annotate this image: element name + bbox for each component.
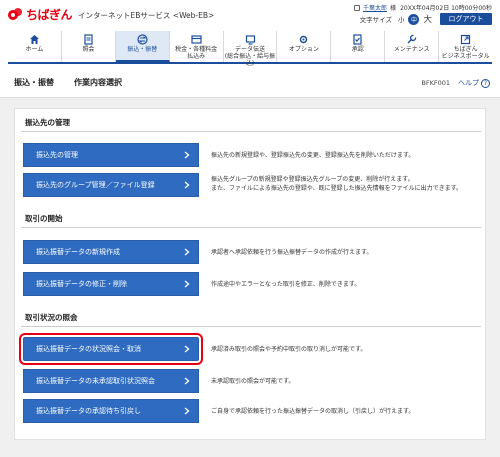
- font-size-small-button[interactable]: 小: [398, 14, 405, 24]
- button-label: 振込先の管理: [36, 151, 78, 159]
- font-size-label: 文字サイズ: [359, 16, 392, 24]
- screen-id: BFKF001: [421, 79, 450, 87]
- nav-label: ちばぎん ビジネスポータル: [441, 46, 490, 60]
- button-label: 振込先のグループ管理／ファイル登録: [36, 181, 155, 189]
- nav-item-home[interactable]: ホーム: [8, 31, 62, 62]
- font-size-large-button[interactable]: 大: [423, 13, 432, 25]
- pending-approval-withdraw-button[interactable]: 振込振替データの承認待ち引戻し: [23, 399, 199, 423]
- nav-item-business-portal[interactable]: ちばぎん ビジネスポータル: [439, 31, 492, 62]
- nav-label: データ伝送 (総合振込・給与振込): [224, 46, 276, 67]
- service-name: インターネットEBサービス <Web-EB>: [78, 11, 215, 20]
- pending-approval-withdraw-desc: ご自身で承認依頼を行った振込振替データの取消し（引戻し）が行えます。: [211, 408, 415, 415]
- nav-label: 振込・振替: [127, 46, 158, 53]
- maintenance-icon: [406, 34, 417, 45]
- inquiry-icon: [83, 34, 94, 45]
- header: ちばぎん インターネットEBサービス <Web-EB> 千葉太郎 様 20XX年…: [0, 0, 500, 30]
- unapproved-transaction-inquiry-desc: 未承認取引の照会が可能です。: [211, 378, 295, 385]
- section-divider: [21, 227, 481, 228]
- help-link[interactable]: ヘルプ ?: [458, 78, 490, 88]
- font-size-medium-button[interactable]: 中: [408, 13, 420, 25]
- help-icon: ?: [481, 78, 490, 88]
- button-label: 振込振替データの新規作成: [36, 248, 120, 256]
- option-icon: [298, 34, 309, 45]
- new-transfer-data-button[interactable]: 振込振替データの新規作成: [23, 240, 199, 264]
- logo-text: ちばぎん: [26, 8, 73, 22]
- nav-item-approval[interactable]: 承認: [331, 31, 386, 62]
- last-login-time: 20XX年04月02日 10時00分00秒: [400, 5, 492, 12]
- page-title-bar: 振込・振替 作業内容選択 BFKF001 ヘルプ ?: [0, 68, 500, 98]
- nav-item-tax-payment[interactable]: 税金・各種料金 払込み: [170, 31, 224, 62]
- home-icon: [29, 34, 40, 45]
- chevron-right-icon: [182, 247, 192, 257]
- unapproved-transaction-inquiry-button[interactable]: 振込振替データの未承認取引状況照会: [23, 369, 199, 393]
- page-title: 振込・振替: [14, 78, 54, 87]
- portal-icon: [460, 34, 471, 45]
- user-name[interactable]: 千葉太郎: [363, 3, 387, 12]
- nav-label: オプション: [288, 46, 319, 53]
- menu-panel: 振込先の管理 振込先の管理 振込先の新規登録や、登録振込先の変更、登録振込先を削…: [14, 108, 486, 440]
- nav-item-option[interactable]: オプション: [277, 31, 332, 62]
- logout-button[interactable]: ログアウト: [440, 13, 492, 25]
- nav-label: 税金・各種料金 払込み: [175, 46, 218, 60]
- section-title-payee-management: 振込先の管理: [25, 118, 70, 127]
- nav-item-maintenance[interactable]: メンテナンス: [385, 31, 440, 62]
- edit-delete-transfer-data-button[interactable]: 振込振替データの修正・削除: [23, 272, 199, 296]
- main-content: 振込先の管理 振込先の管理 振込先の新規登録や、登録振込先の変更、登録振込先を削…: [0, 98, 500, 457]
- bank-logo[interactable]: ちばぎん インターネットEBサービス <Web-EB>: [8, 6, 214, 23]
- tax-payment-icon: [191, 34, 202, 45]
- nav-label: 照会: [82, 46, 95, 53]
- global-nav: ホーム 照会 振込・振替 税金・各種料金 払込み データ伝送 (総合振込・給与振…: [8, 31, 492, 67]
- help-label: ヘルプ: [458, 79, 479, 87]
- button-label: 振込振替データの承認待ち引戻し: [36, 407, 141, 415]
- chevron-right-icon: [182, 376, 192, 386]
- user-suffix: 様: [390, 5, 397, 12]
- transfer-status-inquiry-cancel-button[interactable]: 振込振替データの状況照会・取消: [19, 333, 203, 365]
- page-subtitle: 作業内容選択: [74, 78, 122, 87]
- payee-management-button[interactable]: 振込先の管理: [23, 143, 199, 167]
- transfer-icon: [137, 34, 148, 45]
- new-transfer-data-desc: 承認者へ承認依頼を行う振込振替データの作成が行えます。: [211, 249, 373, 256]
- button-label: 振込振替データの状況照会・取消: [36, 345, 141, 353]
- chevron-right-icon: [182, 150, 192, 160]
- nav-item-inquiry[interactable]: 照会: [62, 31, 116, 62]
- section-divider: [21, 326, 481, 327]
- transfer-status-inquiry-cancel-desc: 承認済み取引の照会や予約中取引の取り消しが可能です。: [211, 346, 367, 353]
- data-transmission-icon: [245, 34, 256, 45]
- nav-item-transfer[interactable]: 振込・振替: [115, 31, 170, 62]
- chevron-right-icon: [182, 180, 192, 190]
- nav-label: 承認: [351, 46, 364, 53]
- button-label: 振込振替データの未承認取引状況照会: [36, 377, 155, 385]
- approval-icon: [352, 34, 363, 45]
- chevron-right-icon: [182, 344, 192, 354]
- section-divider: [21, 131, 481, 132]
- payee-management-desc: 振込先の新規登録や、登録振込先の変更、登録振込先を削除いただけます。: [211, 152, 415, 159]
- button-label: 振込振替データの修正・削除: [36, 280, 127, 288]
- chevron-right-icon: [182, 406, 192, 416]
- edit-delete-transfer-data-desc: 作成途中やエラーとなった取引を修正、削除できます。: [211, 281, 361, 288]
- user-icon: [354, 4, 361, 11]
- nav-label: メンテナンス: [393, 46, 430, 53]
- section-title-transaction-status: 取引状況の照会: [25, 313, 78, 322]
- font-size-controls: 文字サイズ 小 中 大 ログアウト: [360, 13, 492, 25]
- chevron-right-icon: [182, 279, 192, 289]
- bank-logo-icon: [8, 7, 24, 22]
- nav-label: ホーム: [25, 46, 44, 53]
- section-title-transaction-start: 取引の開始: [25, 214, 63, 223]
- user-info: 千葉太郎 様 20XX年04月02日 10時00分00秒: [354, 3, 492, 12]
- nav-item-data-transmission[interactable]: データ伝送 (総合振込・給与振込): [224, 31, 278, 67]
- payee-group-file-desc: 振込先グループの新規登録や登録振込先グループの変更、削除が行えます。 また、ファ…: [211, 176, 463, 192]
- payee-group-file-button[interactable]: 振込先のグループ管理／ファイル登録: [23, 173, 199, 197]
